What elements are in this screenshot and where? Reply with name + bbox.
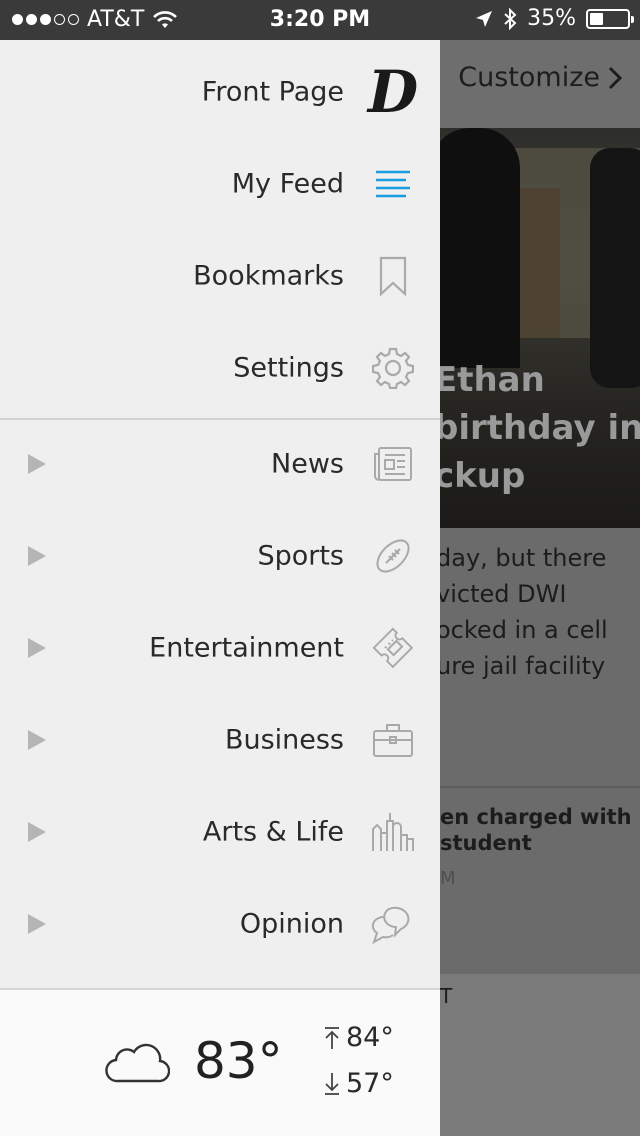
ticket-icon [366, 621, 420, 675]
secondary-story-headline[interactable]: en charged with student [440, 804, 640, 856]
expand-arrow-icon[interactable] [28, 546, 46, 566]
menu-item-sports[interactable]: Sports [0, 510, 440, 602]
status-right: 35% [475, 6, 634, 31]
location-arrow-icon [476, 10, 493, 27]
expand-arrow-icon[interactable] [28, 914, 46, 934]
summary-line: ocked in a cell [440, 616, 608, 644]
menu-item-label: My Feed [231, 168, 344, 200]
headline-line: Ethan [440, 360, 545, 400]
summary-line: ure jail facility [440, 652, 606, 680]
sub-headline-line: en charged with [440, 805, 632, 829]
low-temperature: 57° [346, 1068, 394, 1099]
sub-headline-line: student [440, 831, 532, 855]
football-icon [366, 529, 420, 583]
menu-item-opinion[interactable]: Opinion [0, 878, 440, 970]
expand-arrow-icon[interactable] [28, 454, 46, 474]
menu-item-label: Bookmarks [193, 260, 344, 292]
article-lower-block [440, 974, 640, 1136]
summary-line: victed DWI [440, 580, 567, 608]
dmn-logo-icon: D [367, 58, 419, 126]
weather-widget[interactable]: 83° 84° 57° [0, 988, 440, 1136]
menu-item-label: Front Page [201, 76, 344, 108]
menu-item-label: Business [224, 724, 344, 756]
summary-line: day, but there [440, 544, 607, 572]
battery-icon [586, 8, 634, 29]
menu-item-label: Sports [257, 540, 344, 572]
current-temperature: 83° [194, 1032, 283, 1090]
menu-item-label: Arts & Life [202, 816, 344, 848]
arrow-down-icon [325, 1072, 339, 1095]
chevron-right-icon [608, 66, 622, 89]
lower-block-label: T [440, 984, 453, 1008]
high-temperature-group: 84° [324, 1022, 394, 1053]
high-temperature: 84° [346, 1022, 394, 1053]
menu-item-bookmarks[interactable]: Bookmarks [0, 230, 440, 322]
battery-fill [590, 12, 603, 25]
customize-label: Customize [458, 62, 600, 93]
menu-item-news[interactable]: News [0, 418, 440, 510]
status-bar: AT&T 3:20 PM 35% [0, 0, 640, 40]
menu-item-label: Opinion [239, 908, 344, 940]
article-divider [440, 786, 640, 788]
newspaper-icon [366, 437, 420, 491]
gear-icon [366, 341, 420, 395]
expand-arrow-icon[interactable] [28, 822, 46, 842]
article-summary: day, but there victed DWI ocked in a cel… [440, 540, 640, 684]
headline-line: birthday in [440, 408, 640, 448]
menu-item-business[interactable]: Business [0, 694, 440, 786]
expand-arrow-icon[interactable] [28, 638, 46, 658]
feed-lines-icon [366, 157, 420, 211]
briefcase-icon [366, 713, 420, 767]
menu-item-label: News [271, 448, 344, 480]
headline-line: ckup [440, 456, 526, 496]
bookmark-icon [366, 249, 420, 303]
bluetooth-icon [504, 7, 517, 30]
low-temperature-group: 57° [324, 1068, 394, 1099]
speech-bubbles-icon [366, 897, 420, 951]
menu-item-settings[interactable]: Settings [0, 322, 440, 414]
secondary-story-meta: M [440, 868, 456, 889]
article-headline[interactable]: Ethan birthday in ckup [440, 356, 640, 500]
menu-item-entertainment[interactable]: Entertainment [0, 602, 440, 694]
menu-item-front-page[interactable]: Front Page D [0, 46, 440, 138]
menu-item-label: Entertainment [149, 632, 344, 664]
arrow-up-icon [325, 1026, 339, 1049]
menu-item-label: Settings [233, 352, 344, 384]
customize-button[interactable]: Customize [458, 62, 622, 93]
skyline-icon [366, 805, 420, 859]
cloud-icon [105, 1043, 170, 1083]
menu-item-arts-life[interactable]: Arts & Life [0, 786, 440, 878]
battery-percent: 35% [527, 6, 576, 31]
menu-item-my-feed[interactable]: My Feed [0, 138, 440, 230]
expand-arrow-icon[interactable] [28, 730, 46, 750]
navigation-drawer: Front Page D My Feed Bookmarks Settings [0, 40, 440, 1136]
